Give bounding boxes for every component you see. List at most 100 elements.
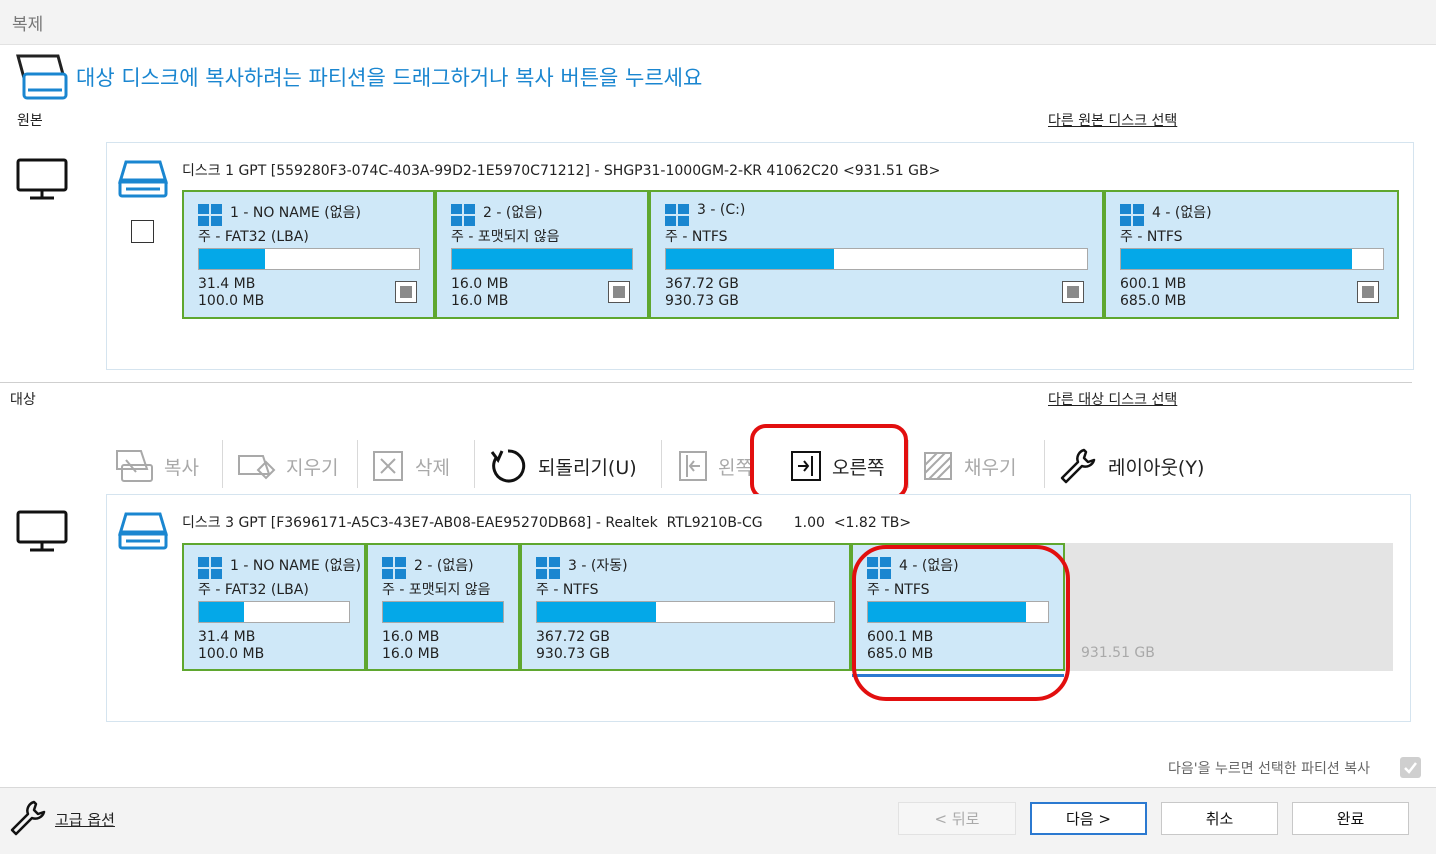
layout-button[interactable]: 레이아웃(Y) — [1058, 441, 1204, 491]
delete-label: 삭제 — [415, 456, 450, 479]
usage-fill — [452, 249, 632, 269]
wrench-icon — [8, 798, 48, 842]
wrench-icon — [1060, 448, 1096, 484]
partition-type: 주 - FAT32 (LBA) — [198, 582, 309, 598]
highlight-annotation — [852, 545, 1070, 701]
windows-icon — [198, 557, 222, 579]
partition-name: 3 - (C:) — [697, 202, 746, 218]
target-partition-3[interactable]: 3 - (자동) 주 - NTFS 367.72 GB 930.73 GB — [520, 543, 851, 671]
usage-bar — [536, 601, 835, 623]
windows-icon — [382, 557, 406, 579]
usage-bar — [1120, 248, 1384, 270]
partition-used: 31.4 MB — [198, 629, 256, 645]
usage-fill — [199, 249, 265, 269]
unallocated-size: 931.51 GB — [1081, 645, 1155, 661]
erase-label: 지우기 — [286, 456, 339, 479]
partition-used: 16.0 MB — [382, 629, 440, 645]
fill-button[interactable]: 채우기 — [922, 441, 1016, 491]
partition-type: 주 - 포맷되지 않음 — [451, 229, 560, 245]
partition-name: 1 - NO NAME (없음) — [230, 205, 361, 221]
usage-fill — [666, 249, 835, 269]
partition-total: 100.0 MB — [198, 293, 265, 309]
partition-total: 685.0 MB — [1120, 293, 1187, 309]
partition-name: 2 - (없음) — [414, 558, 474, 574]
windows-icon — [665, 204, 689, 226]
windows-icon — [536, 557, 560, 579]
partition-type: 주 - 포맷되지 않음 — [382, 582, 491, 598]
partition-name: 2 - (없음) — [483, 205, 543, 221]
unallocated-space[interactable]: 931.51 GB — [1065, 543, 1393, 671]
copy-note: 다음'을 누르면 선택한 파티션 복사 — [1168, 761, 1370, 777]
toolbar-divider — [908, 440, 909, 488]
source-partition-3[interactable]: 3 - (C:) 주 - NTFS 367.72 GB 930.73 GB — [649, 190, 1104, 319]
section-divider — [0, 382, 1412, 383]
back-button[interactable]: < 뒤로 — [898, 802, 1016, 835]
toolbar-divider — [357, 440, 358, 488]
source-partition-1[interactable]: 1 - NO NAME (없음) 주 - FAT32 (LBA) 31.4 MB… — [182, 190, 435, 319]
usage-bar — [665, 248, 1088, 270]
finish-button[interactable]: 완료 — [1292, 802, 1409, 835]
usage-bar — [198, 248, 420, 270]
next-button[interactable]: 다음 > — [1030, 802, 1147, 835]
toolbar-divider — [222, 440, 223, 488]
target-disk-title: 디스크 3 GPT [F3696171-A5C3-43E7-AB08-EAE95… — [182, 515, 912, 531]
partition-total: 930.73 GB — [665, 293, 739, 309]
partition-total: 100.0 MB — [198, 646, 265, 662]
partition-checkbox[interactable] — [1062, 281, 1084, 303]
copy-button[interactable]: 복사 — [114, 441, 199, 491]
eraser-icon — [238, 455, 276, 480]
source-disk-title: 디스크 1 GPT [559280F3-074C-403A-99D2-1E597… — [182, 163, 941, 179]
partition-checkbox[interactable] — [1357, 281, 1379, 303]
partition-used: 600.1 MB — [1120, 276, 1187, 292]
usage-bar — [382, 601, 504, 623]
undo-label: 되돌리기(U) — [538, 456, 637, 479]
partition-used: 16.0 MB — [451, 276, 509, 292]
page-instruction: 대상 디스크에 복사하려는 파티션을 드래그하거나 복사 버튼을 누르세요 — [76, 66, 703, 90]
partition-type: 주 - NTFS — [665, 229, 728, 245]
partition-used: 31.4 MB — [198, 276, 256, 292]
delete-icon — [373, 451, 403, 481]
usage-fill — [1121, 249, 1352, 269]
usage-bar — [451, 248, 633, 270]
partition-checkbox[interactable] — [395, 281, 417, 303]
partition-used: 367.72 GB — [536, 629, 610, 645]
advanced-options-link[interactable]: 고급 옵션 — [55, 809, 115, 830]
source-partition-4[interactable]: 4 - (없음) 주 - NTFS 600.1 MB 685.0 MB — [1104, 190, 1399, 319]
source-disk-checkbox[interactable] — [131, 220, 154, 243]
title-bar: 복제 — [0, 0, 1436, 45]
target-disk-icon — [117, 510, 169, 556]
target-partition-2[interactable]: 2 - (없음) 주 - 포맷되지 않음 16.0 MB 16.0 MB — [366, 543, 520, 671]
disk-clone-icon — [14, 52, 70, 106]
computer-icon — [16, 158, 68, 204]
select-target-disk-link[interactable]: 다른 대상 디스크 선택 — [1048, 389, 1177, 409]
target-partition-1[interactable]: 1 - NO NAME (없음) 주 - FAT32 (LBA) 31.4 MB… — [182, 543, 366, 671]
select-source-disk-link[interactable]: 다른 원본 디스크 선택 — [1048, 110, 1177, 130]
cancel-button[interactable]: 취소 — [1161, 802, 1278, 835]
usage-bar — [198, 601, 350, 623]
fill-label: 채우기 — [964, 456, 1017, 479]
computer-icon — [16, 510, 68, 556]
check-icon — [1404, 762, 1417, 774]
partition-type: 주 - NTFS — [1120, 229, 1183, 245]
partition-name: 4 - (없음) — [1152, 205, 1212, 221]
delete-button[interactable]: 삭제 — [371, 441, 450, 491]
undo-button[interactable]: 되돌리기(U) — [488, 441, 637, 491]
usage-fill — [383, 602, 503, 622]
move-left-button[interactable]: 왼쪽 — [678, 441, 753, 491]
highlight-annotation — [750, 424, 908, 500]
copy-icon — [116, 450, 153, 482]
partition-name: 3 - (자동) — [568, 558, 628, 574]
partition-type: 주 - NTFS — [536, 582, 599, 598]
partition-checkbox[interactable] — [608, 281, 630, 303]
copy-note-checkbox[interactable] — [1400, 757, 1421, 778]
erase-button[interactable]: 지우기 — [236, 441, 338, 491]
partition-total: 16.0 MB — [382, 646, 440, 662]
source-partition-2[interactable]: 2 - (없음) 주 - 포맷되지 않음 16.0 MB 16.0 MB — [435, 190, 649, 319]
layout-label: 레이아웃(Y) — [1108, 456, 1205, 479]
partition-type: 주 - FAT32 (LBA) — [198, 229, 309, 245]
windows-icon — [451, 204, 475, 226]
move-left-label: 왼쪽 — [718, 456, 753, 479]
undo-icon — [490, 449, 526, 483]
window-title: 복제 — [12, 15, 44, 35]
toolbar-divider — [474, 440, 475, 488]
